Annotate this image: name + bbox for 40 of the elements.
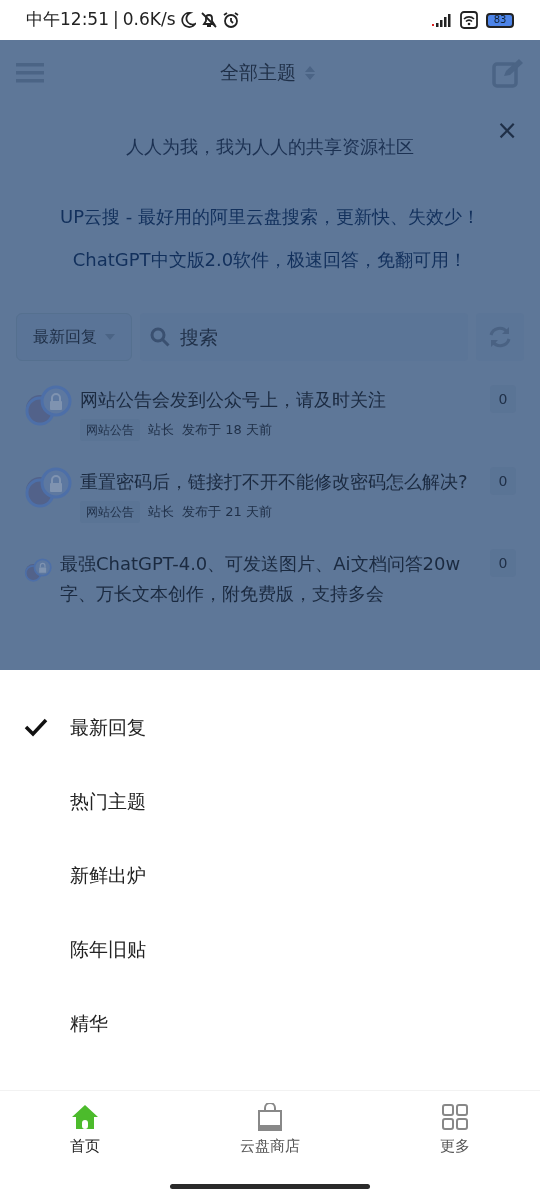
clock-time: 中午12:51 [26,8,109,32]
wifi-icon [460,11,478,29]
sort-dropdown[interactable]: 最新回复 [16,313,132,361]
menu-option[interactable]: 陈年旧贴 [0,912,540,986]
reply-count: 0 [490,549,516,577]
post-time: 发布于 18 天前 [182,421,272,440]
reply-count: 0 [490,467,516,495]
menu-option[interactable]: 热门主题 [0,764,540,838]
menu-option[interactable]: 新鲜出炉 [0,838,540,912]
topic-filter-dropdown[interactable]: 全部主题 [220,58,316,87]
search-icon [150,327,170,347]
signal-icon [432,12,452,28]
close-button[interactable]: × [496,111,518,150]
topic-title[interactable]: 网站公告会发到公众号上，请及时关注 [80,385,482,415]
author-name[interactable]: 站长 [148,502,174,522]
battery-level: 83 [486,12,514,28]
post-time: 发布于 21 天前 [182,503,272,522]
moon-icon [179,11,196,29]
shopping-bag-icon [256,1103,284,1132]
nav-tab[interactable]: 更多 [370,1102,540,1159]
notice-text: 人人为我，我为人人的共享资源社区 [126,134,414,159]
nav-tab[interactable]: 云盘商店 [170,1102,370,1159]
category-tag[interactable]: 网站公告 [80,419,140,441]
reply-count: 0 [490,385,516,413]
search-field[interactable]: 搜索 [140,313,468,361]
network-speed: 0.6K/s [122,8,176,32]
topic-title[interactable]: 最强ChatGPT-4.0、可发送图片、Ai文档问答20w字、万长文本创作，附免费版，支持多会 [59,549,482,609]
alarm-icon [221,11,240,29]
nav-tab[interactable]: 首页 [0,1102,170,1159]
home-icon [71,1103,99,1132]
promo-link[interactable]: ChatGPT中文版2.0软件，极速回答，免翻可用！ [0,246,540,273]
author-name[interactable]: 站长 [148,420,174,440]
topic-title[interactable]: 重置密码后，链接打不开不能修改密码怎么解决? [80,467,482,497]
separator: | [113,8,119,32]
category-tag[interactable]: 网站公告 [80,501,140,523]
grid-icon [441,1103,469,1132]
muted-bell-icon [199,11,218,29]
menu-option[interactable]: 最新回复 [0,690,540,764]
promo-link[interactable]: UP云搜 - 最好用的阿里云盘搜索，更新快、失效少！ [0,203,540,230]
menu-option[interactable]: 精华 [0,986,540,1060]
